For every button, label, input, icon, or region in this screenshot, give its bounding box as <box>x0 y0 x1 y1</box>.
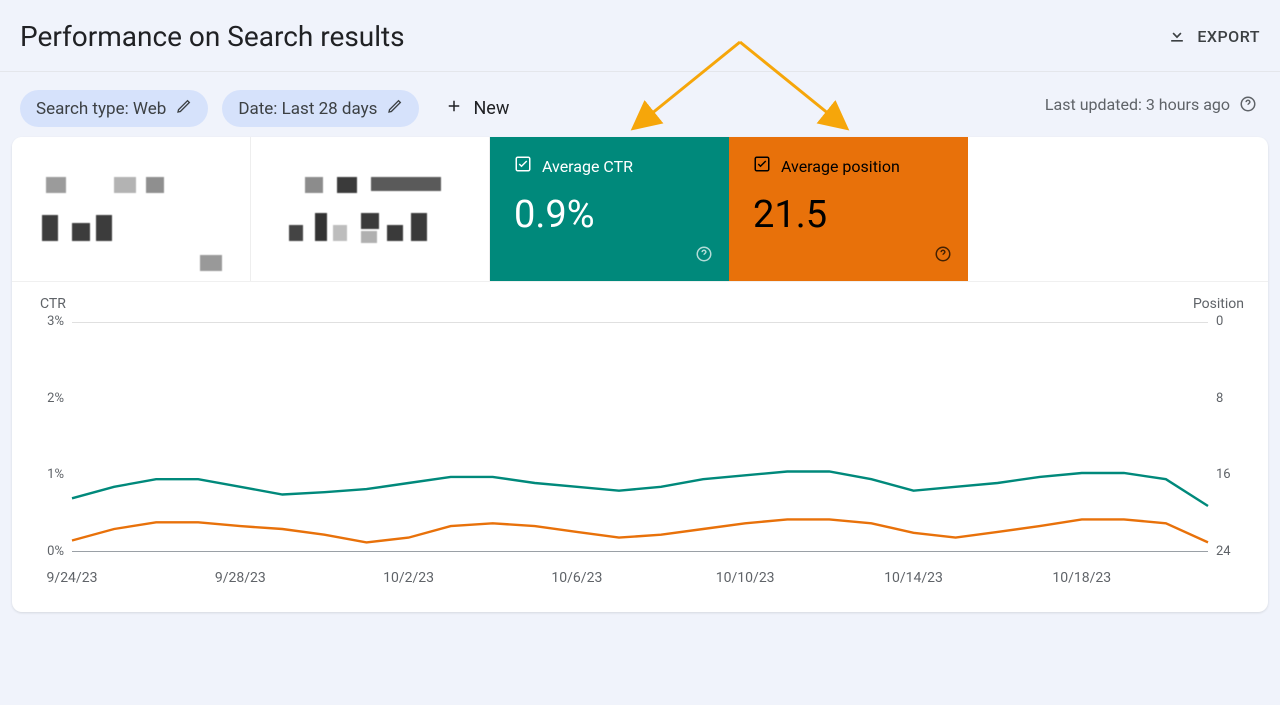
pencil-icon <box>387 98 403 119</box>
checkbox-icon <box>514 155 532 177</box>
x-tick: 10/14/23 <box>884 570 943 586</box>
x-tick: 10/10/23 <box>716 570 775 586</box>
tile-value: 21.5 <box>753 193 944 237</box>
search-type-chip[interactable]: Search type: Web <box>20 90 208 127</box>
page-title: Performance on Search results <box>20 20 405 53</box>
export-label: EXPORT <box>1197 27 1260 46</box>
metric-tile-total-impressions-censored[interactable] <box>251 137 490 281</box>
metric-tile-average-ctr[interactable]: Average CTR 0.9% <box>490 137 729 281</box>
download-icon <box>1167 25 1187 49</box>
y-tick-left: 2% <box>47 391 64 406</box>
x-tick: 10/2/23 <box>383 570 434 586</box>
x-tick: 9/28/23 <box>215 570 266 586</box>
plus-icon <box>445 97 463 120</box>
y-tick-left: 3% <box>47 314 64 329</box>
pencil-icon <box>176 98 192 119</box>
checkbox-icon <box>753 155 771 177</box>
metric-tiles-row: Average CTR 0.9% Average position 21.5 <box>12 137 1268 282</box>
y-tick-left: 1% <box>47 467 64 482</box>
date-range-chip[interactable]: Date: Last 28 days <box>222 90 419 127</box>
y-tick-left: 0% <box>47 544 64 559</box>
series-line <box>72 519 1208 542</box>
y-tick-right: 24 <box>1216 544 1231 559</box>
x-tick: 10/6/23 <box>551 570 602 586</box>
x-tick: 9/24/23 <box>47 570 98 586</box>
help-icon[interactable] <box>1238 94 1258 114</box>
tile-label: Average position <box>781 157 900 176</box>
metric-tile-total-clicks-censored[interactable] <box>12 137 251 281</box>
help-icon[interactable] <box>934 245 952 267</box>
new-filter-button[interactable]: New <box>445 97 509 120</box>
chart-area: CTR Position 3%2%1%0%081624 9/24/239/28/… <box>12 282 1268 612</box>
date-range-label: Date: Last 28 days <box>238 99 377 119</box>
y-tick-right: 8 <box>1216 391 1223 406</box>
help-icon[interactable] <box>695 245 713 267</box>
x-tick: 10/18/23 <box>1052 570 1111 586</box>
tile-label: Average CTR <box>542 157 633 176</box>
last-updated-text: Last updated: 3 hours ago <box>1045 94 1258 114</box>
search-type-label: Search type: Web <box>36 99 166 119</box>
series-line <box>72 472 1208 507</box>
x-axis: 9/24/239/28/2310/2/2310/6/2310/10/2310/1… <box>72 570 1208 590</box>
new-label: New <box>473 98 509 119</box>
censored-content <box>36 155 226 269</box>
chart-plot[interactable]: 3%2%1%0%081624 <box>72 322 1208 552</box>
y-tick-right: 16 <box>1216 467 1231 482</box>
censored-content <box>275 155 465 269</box>
metric-tile-average-position[interactable]: Average position 21.5 <box>729 137 968 281</box>
y-tick-right: 0 <box>1216 314 1223 329</box>
performance-card: Average CTR 0.9% Average position 21.5 <box>12 137 1268 612</box>
export-button[interactable]: EXPORT <box>1167 25 1260 49</box>
left-axis-label: CTR <box>40 296 66 312</box>
right-axis-label: Position <box>1193 296 1244 312</box>
last-updated-value: Last updated: 3 hours ago <box>1045 95 1230 114</box>
tile-value: 0.9% <box>514 193 705 237</box>
